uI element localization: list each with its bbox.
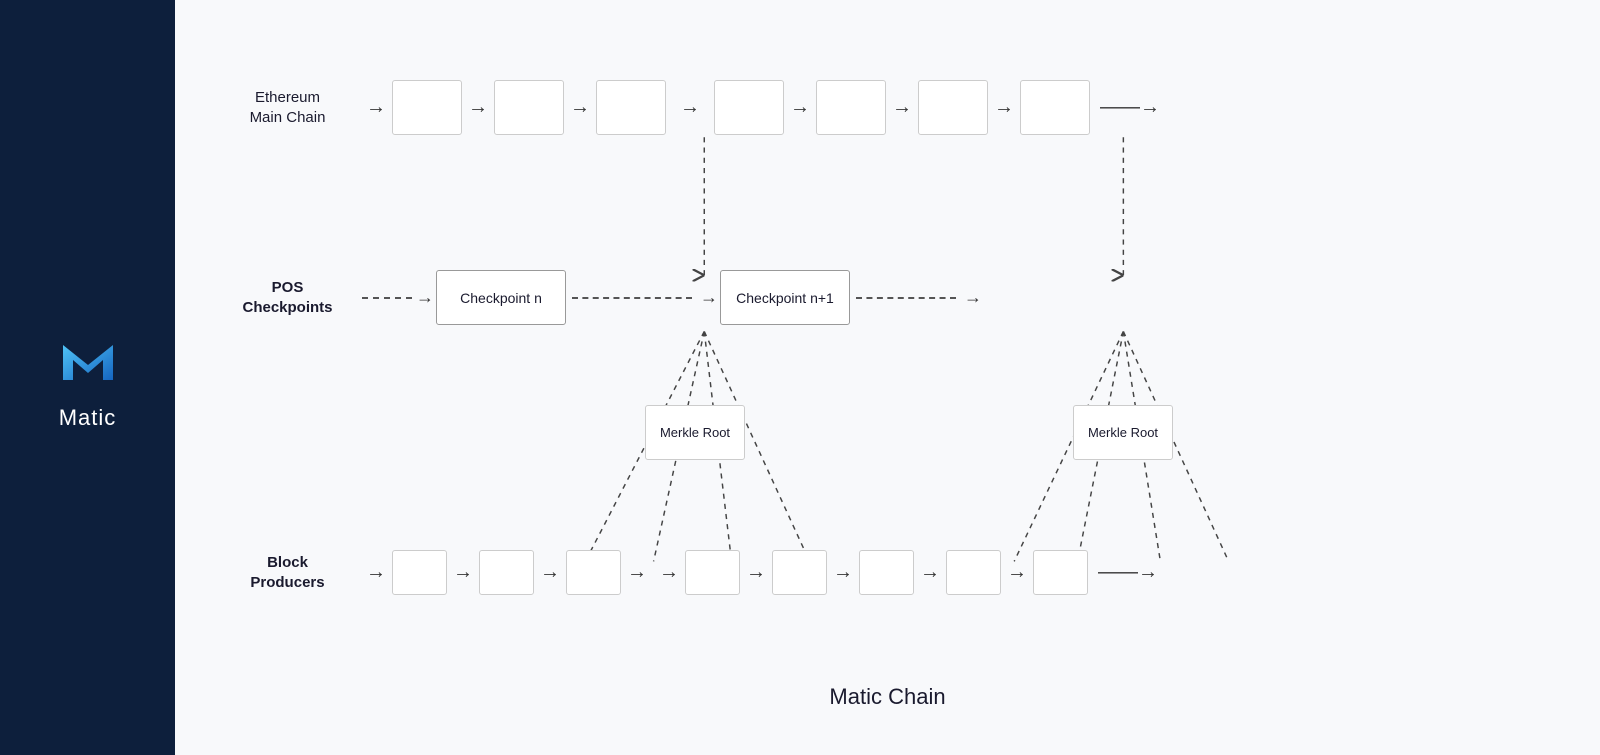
- bp-block-7: [946, 550, 1001, 595]
- dashed-line-1: [362, 297, 412, 299]
- eth-block-6: [918, 80, 988, 135]
- logo-container: Matic: [53, 325, 123, 431]
- pos-row: POS Checkpoints → Checkpoint n → Checkpo…: [215, 270, 1560, 325]
- arrow-4: →: [680, 96, 700, 119]
- block-producers-label: Block Producers: [215, 553, 360, 592]
- dashed-arrow-1: →: [416, 287, 434, 308]
- logo-text: Matic: [59, 405, 117, 431]
- bp-arrow-1: →: [366, 561, 386, 584]
- merkle-root-2: Merkle Root: [1073, 405, 1173, 460]
- bp-block-3: [566, 550, 621, 595]
- eth-block-3: [596, 80, 666, 135]
- bp-arrow-9: →: [1007, 561, 1027, 584]
- sidebar: Matic: [0, 0, 175, 755]
- arrow-1: →: [366, 96, 386, 119]
- arrow-5: →: [790, 96, 810, 119]
- bp-block-6: [859, 550, 914, 595]
- arrow-3: →: [570, 96, 590, 119]
- checkpoint-n1-box: Checkpoint n+1: [720, 270, 850, 325]
- eth-block-4: [714, 80, 784, 135]
- matic-chain-label: Matic Chain: [215, 684, 1560, 725]
- arrow-end: ——→: [1100, 96, 1160, 119]
- merkle-root-1: Merkle Root: [645, 405, 745, 460]
- main-content: Ethereum Main Chain → → → → → → → ——→ PO…: [175, 0, 1600, 755]
- matic-logo-icon: [53, 325, 123, 395]
- bp-block-5: [772, 550, 827, 595]
- bp-arrow-3: →: [540, 561, 560, 584]
- bp-arrow-6: →: [746, 561, 766, 584]
- arrow-6: →: [892, 96, 912, 119]
- bp-arrow-end: ——→: [1098, 561, 1158, 584]
- checkpoint-n-box: Checkpoint n: [436, 270, 566, 325]
- block-producers-row: Block Producers → → → → → → → → → ——→: [215, 550, 1560, 595]
- dashed-arrow-2: →: [700, 287, 718, 308]
- bp-arrow-7: →: [833, 561, 853, 584]
- bp-block-8: [1033, 550, 1088, 595]
- pos-label: POS Checkpoints: [215, 278, 360, 317]
- arrow-7: →: [994, 96, 1014, 119]
- bp-block-4: [685, 550, 740, 595]
- eth-block-7: [1020, 80, 1090, 135]
- ethereum-label: Ethereum Main Chain: [215, 88, 360, 127]
- bp-arrow-4: →: [627, 561, 647, 584]
- dashed-line-3: [856, 297, 956, 299]
- bp-block-2: [479, 550, 534, 595]
- bp-arrow-5: →: [659, 561, 679, 584]
- bp-arrow-2: →: [453, 561, 473, 584]
- bp-arrow-8: →: [920, 561, 940, 584]
- dashed-line-2: [572, 297, 692, 299]
- dashed-arrow-3: →: [964, 287, 982, 308]
- arrow-2: →: [468, 96, 488, 119]
- bp-block-1: [392, 550, 447, 595]
- eth-block-5: [816, 80, 886, 135]
- eth-block-2: [494, 80, 564, 135]
- diagram-area: Ethereum Main Chain → → → → → → → ——→ PO…: [215, 30, 1560, 684]
- eth-block-1: [392, 80, 462, 135]
- ethereum-row: Ethereum Main Chain → → → → → → → ——→: [215, 80, 1560, 135]
